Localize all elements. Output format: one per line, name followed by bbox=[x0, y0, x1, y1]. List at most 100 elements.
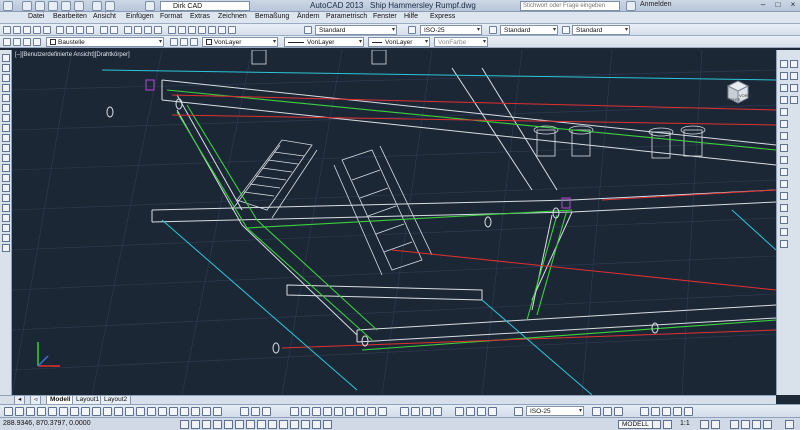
array-icon[interactable] bbox=[780, 108, 788, 116]
new-icon[interactable] bbox=[3, 26, 11, 34]
linetype-select[interactable]: VonLayer bbox=[284, 37, 364, 47]
zoom-window-icon[interactable] bbox=[144, 26, 152, 34]
lock-ui-icon[interactable] bbox=[651, 407, 660, 416]
point-icon[interactable] bbox=[2, 184, 10, 192]
lineweight-toggle-icon[interactable] bbox=[400, 407, 409, 416]
chamfer-icon[interactable] bbox=[780, 216, 788, 224]
dim-style-icon[interactable] bbox=[488, 407, 497, 416]
toolbar-lock-icon[interactable] bbox=[741, 420, 750, 429]
plot-icon[interactable] bbox=[33, 26, 41, 34]
dim-edit-icon[interactable] bbox=[191, 407, 200, 416]
dim-space-icon[interactable] bbox=[125, 407, 134, 416]
hardware-accel-icon[interactable] bbox=[673, 407, 682, 416]
menu-express[interactable]: Express bbox=[430, 13, 455, 20]
inspect-icon[interactable] bbox=[169, 407, 178, 416]
zoom-previous-icon[interactable] bbox=[154, 26, 162, 34]
3d-object-snap-icon[interactable] bbox=[246, 420, 255, 429]
mleader-style-select[interactable]: Standard bbox=[572, 25, 630, 35]
infer-constraints-icon[interactable] bbox=[180, 420, 189, 429]
gradient-icon[interactable] bbox=[2, 204, 10, 212]
revision-cloud-icon[interactable] bbox=[2, 124, 10, 132]
dynamic-input-icon[interactable] bbox=[279, 420, 288, 429]
quick-view-drawings-icon[interactable] bbox=[663, 420, 672, 429]
insert-block-icon[interactable] bbox=[2, 164, 10, 172]
selection-cycling-icon[interactable] bbox=[433, 407, 442, 416]
match-properties-icon[interactable] bbox=[86, 26, 94, 34]
sign-in-link[interactable]: Anmelden bbox=[640, 1, 672, 8]
table-style-select[interactable]: Standard bbox=[500, 25, 558, 35]
color-select[interactable]: VonLayer bbox=[202, 37, 278, 47]
quick-dim-icon[interactable] bbox=[92, 407, 101, 416]
menu-format[interactable]: Format bbox=[160, 13, 182, 20]
offset-icon[interactable] bbox=[780, 96, 788, 104]
calculator-icon[interactable] bbox=[218, 26, 226, 34]
menu-aendern[interactable]: Ändern bbox=[297, 13, 320, 20]
lineweight-select[interactable]: VonLayer bbox=[368, 37, 430, 47]
aligned-dim-icon[interactable] bbox=[15, 407, 24, 416]
selection-cycle-icon[interactable] bbox=[323, 420, 332, 429]
stretch-icon[interactable] bbox=[780, 156, 788, 164]
fillet-icon[interactable] bbox=[780, 228, 788, 236]
copy-object-icon[interactable] bbox=[780, 72, 788, 80]
workspace-switch-icon[interactable] bbox=[640, 407, 649, 416]
print-icon[interactable] bbox=[74, 1, 84, 11]
mtext-icon[interactable] bbox=[2, 234, 10, 242]
save-icon[interactable] bbox=[23, 26, 31, 34]
cut-icon[interactable] bbox=[56, 26, 64, 34]
text-style-select[interactable]: Standard bbox=[315, 25, 397, 35]
plotstyle-select[interactable]: VonFarbe bbox=[434, 37, 488, 47]
baseline-icon[interactable] bbox=[103, 407, 112, 416]
menu-extras[interactable]: Extras bbox=[190, 13, 210, 20]
menu-bearbeiten[interactable]: Bearbeiten bbox=[53, 13, 87, 20]
make-current-icon[interactable] bbox=[170, 38, 178, 46]
properties-icon[interactable] bbox=[168, 26, 176, 34]
polygon-icon[interactable] bbox=[2, 84, 10, 92]
ortho-icon[interactable] bbox=[312, 407, 321, 416]
circle-icon[interactable] bbox=[2, 114, 10, 122]
menu-fenster[interactable]: Fenster bbox=[373, 13, 397, 20]
transparency-icon[interactable] bbox=[411, 407, 420, 416]
make-block-icon[interactable] bbox=[2, 174, 10, 182]
performance-icon[interactable] bbox=[752, 420, 761, 429]
viewport-controls-label[interactable]: [–][Benutzerdefinierte Ansicht][Drahtkör… bbox=[15, 52, 130, 58]
dim-radius-icon[interactable] bbox=[466, 407, 475, 416]
dyn-icon[interactable] bbox=[378, 407, 387, 416]
mirror-icon[interactable] bbox=[780, 84, 788, 92]
angular-icon[interactable] bbox=[81, 407, 90, 416]
viewcube[interactable]: VORNE RECHTS bbox=[724, 78, 753, 104]
isolate-icon[interactable] bbox=[763, 420, 772, 429]
dim-style-select[interactable]: ISO-25 bbox=[420, 25, 482, 35]
show-lineweight-icon[interactable] bbox=[290, 420, 299, 429]
move-icon[interactable] bbox=[780, 120, 788, 128]
quick-props-icon[interactable] bbox=[312, 420, 321, 429]
object-snap-tracking-icon[interactable] bbox=[257, 420, 266, 429]
minimize-button[interactable]: – bbox=[756, 0, 770, 10]
dim-style-manager-icon[interactable] bbox=[514, 407, 523, 416]
workspace-dropdown[interactable]: Dirk CAD bbox=[160, 1, 250, 11]
user-icon[interactable] bbox=[626, 1, 636, 11]
trim-icon[interactable] bbox=[780, 168, 788, 176]
object-snap-icon[interactable] bbox=[235, 420, 244, 429]
isolate-objects-icon[interactable] bbox=[662, 407, 671, 416]
zoom-extents-icon[interactable] bbox=[790, 84, 798, 92]
bottom-dim-style-select[interactable]: ISO-25 bbox=[526, 406, 584, 416]
help-icon[interactable] bbox=[228, 26, 236, 34]
new-file-icon[interactable] bbox=[22, 1, 32, 11]
3d-osnap-icon[interactable] bbox=[345, 407, 354, 416]
show-transparency-icon[interactable] bbox=[301, 420, 310, 429]
grid-display-icon[interactable] bbox=[202, 420, 211, 429]
open-file-icon[interactable] bbox=[35, 1, 45, 11]
open-icon[interactable] bbox=[13, 26, 21, 34]
polar-tracking-icon[interactable] bbox=[224, 420, 233, 429]
orbit-icon[interactable] bbox=[790, 96, 798, 104]
copy-icon[interactable] bbox=[66, 26, 74, 34]
join-icon[interactable] bbox=[780, 204, 788, 212]
extend-icon[interactable] bbox=[780, 180, 788, 188]
quick-properties-icon[interactable] bbox=[422, 407, 431, 416]
menu-ansicht[interactable]: Ansicht bbox=[93, 13, 116, 20]
region-icon[interactable] bbox=[2, 214, 10, 222]
close-button[interactable]: × bbox=[786, 0, 800, 10]
ortho-mode-icon[interactable] bbox=[213, 420, 222, 429]
sun-icon[interactable] bbox=[33, 38, 41, 46]
clean-screen-toggle-icon[interactable] bbox=[785, 420, 794, 429]
